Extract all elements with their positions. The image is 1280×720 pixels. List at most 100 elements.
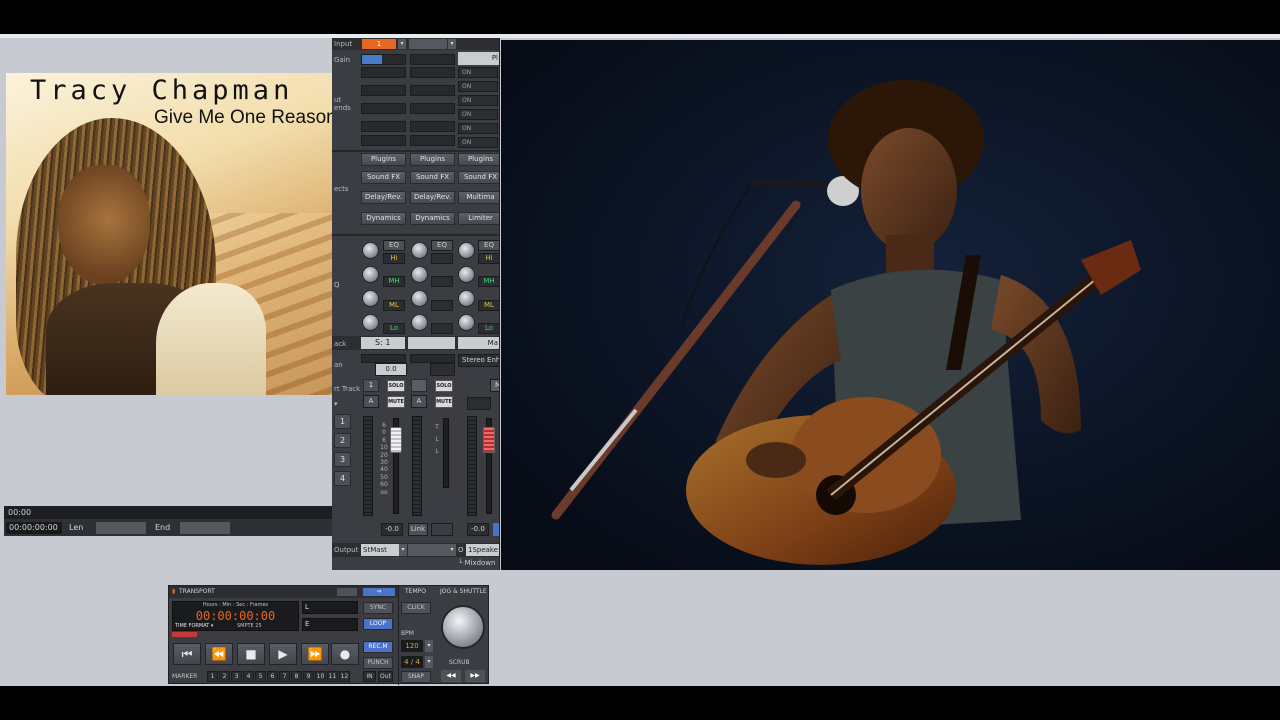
sync-button[interactable]: SYNC — [363, 602, 393, 614]
snap-button[interactable]: SNAP — [401, 671, 431, 683]
automation-a-2[interactable]: A — [411, 395, 427, 408]
eq-knob[interactable] — [411, 266, 428, 283]
on-toggle[interactable]: ON — [458, 81, 498, 92]
insert-slot[interactable] — [361, 135, 406, 146]
channel-number-1[interactable]: 1 — [363, 379, 379, 392]
eq-knob[interactable] — [458, 266, 475, 283]
marker-12[interactable]: 12 — [339, 671, 350, 682]
master-fader-handle[interactable] — [483, 427, 495, 453]
soundfx-button-1[interactable]: Sound FX — [361, 171, 406, 184]
solo-button-2[interactable]: SOLO — [435, 380, 453, 392]
link-button[interactable]: Link — [408, 523, 428, 536]
on-toggle[interactable]: ON — [458, 137, 498, 148]
position-field[interactable]: 00:00:00:00 — [6, 522, 62, 534]
soundfx-button-2[interactable]: Sound FX — [410, 171, 455, 184]
gain-slider-2[interactable] — [410, 54, 455, 65]
rewind-start-button[interactable]: ⏮ — [173, 643, 201, 665]
jog-prev-button[interactable]: ◀◀ — [441, 670, 461, 682]
master-m-button[interactable]: M — [490, 379, 499, 392]
bpm-dropdown-icon[interactable]: ▾ — [425, 640, 433, 652]
marker-8[interactable]: 8 — [291, 671, 302, 682]
output-dropdown-icon[interactable]: ▾ — [399, 544, 407, 556]
plugins-button-1[interactable]: Plugins — [361, 153, 406, 166]
mute-button-1[interactable]: MUTE — [387, 396, 405, 408]
limiter-button[interactable]: Limiter — [458, 212, 499, 225]
marker-3[interactable]: 3 — [231, 671, 242, 682]
end-field[interactable] — [180, 522, 230, 534]
on-toggle[interactable]: ON — [458, 95, 498, 106]
automation-a-1[interactable]: A — [363, 395, 379, 408]
len-field[interactable] — [96, 522, 146, 534]
jog-next-button[interactable]: ▶▶ — [465, 670, 485, 682]
marker-11[interactable]: 11 — [327, 671, 338, 682]
transport-arrow-button[interactable]: ⇒ — [363, 588, 395, 596]
insert-slot[interactable] — [361, 67, 406, 78]
channel-select-3[interactable]: 3 — [334, 452, 351, 467]
rewind-button[interactable]: ⏪ — [205, 643, 233, 665]
transport-min-button[interactable] — [337, 588, 357, 596]
input-dropdown-icon[interactable]: ▾ — [398, 39, 406, 49]
on-toggle[interactable]: ON — [458, 67, 498, 78]
eq-button-3[interactable]: EQ — [478, 240, 499, 251]
channel-select-1[interactable]: 1 — [334, 414, 351, 429]
marker-6[interactable]: 6 — [267, 671, 278, 682]
volume-value-master[interactable]: -0.0 — [467, 523, 489, 536]
out-marker[interactable]: Out — [378, 671, 393, 682]
output-select-2[interactable] — [408, 544, 448, 556]
mute-button-2[interactable]: MUTE — [435, 396, 453, 408]
marker-7[interactable]: 7 — [279, 671, 290, 682]
insert-slot[interactable] — [410, 67, 455, 78]
signature-field[interactable]: 4 / 4 — [401, 656, 423, 668]
channel-select-4[interactable]: 4 — [334, 471, 351, 486]
eq-knob[interactable] — [458, 290, 475, 307]
signature-dropdown-icon[interactable]: ▾ — [425, 656, 433, 668]
eq-knob[interactable] — [362, 242, 379, 259]
insert-slot[interactable] — [361, 85, 406, 96]
fast-forward-button[interactable]: ⏩ — [301, 643, 329, 665]
marker-4[interactable]: 4 — [243, 671, 254, 682]
insert-slot[interactable] — [410, 121, 455, 132]
channel-select-2[interactable]: 2 — [334, 433, 351, 448]
pan-value-2[interactable] — [430, 363, 455, 376]
multimax-button[interactable]: Multima — [458, 191, 499, 204]
eq-button-1[interactable]: EQ — [383, 240, 405, 251]
dynamics-button-1[interactable]: Dynamics — [361, 212, 406, 225]
pan-value[interactable]: 0.0 — [375, 363, 407, 376]
speaker-select[interactable]: 1Speake — [466, 544, 499, 556]
punch-button[interactable]: PUNCH — [363, 657, 393, 669]
in-marker[interactable]: IN — [363, 671, 376, 682]
click-button[interactable]: CLICK — [401, 602, 431, 614]
volume-value-1[interactable]: -0.0 — [381, 523, 403, 536]
insert-slot[interactable] — [361, 121, 406, 132]
rec-mode-button[interactable]: REC.M — [363, 641, 393, 653]
eq-knob[interactable] — [362, 290, 379, 307]
loop-button[interactable]: LOOP — [363, 618, 393, 630]
eq-knob[interactable] — [458, 314, 475, 331]
marker-10[interactable]: 10 — [315, 671, 326, 682]
send-select[interactable]: S: 1 — [361, 337, 405, 349]
delay-button-1[interactable]: Delay/Rev. — [361, 191, 406, 204]
marker-1[interactable]: 1 — [207, 671, 218, 682]
insert-slot[interactable] — [361, 103, 406, 114]
eq-button-2[interactable]: EQ — [431, 240, 453, 251]
play-button[interactable]: ▶ — [269, 643, 297, 665]
insert-slot[interactable] — [410, 103, 455, 114]
on-toggle[interactable]: ON — [458, 109, 498, 120]
eq-knob[interactable] — [411, 314, 428, 331]
pan-slider-2[interactable] — [410, 354, 455, 363]
soundfx-button-3[interactable]: Sound FX — [458, 171, 499, 184]
send-select-2[interactable] — [408, 337, 455, 349]
time-format-label[interactable]: TIME FORMAT ▾ — [175, 623, 213, 629]
locator-l[interactable]: L — [302, 601, 358, 614]
eq-knob[interactable] — [362, 314, 379, 331]
delay-button-2[interactable]: Delay/Rev. — [410, 191, 455, 204]
bpm-field[interactable]: 120 — [401, 640, 423, 652]
input-select[interactable]: 1 — [362, 39, 396, 49]
pan-slider-1[interactable] — [361, 354, 406, 363]
plugins-button-3[interactable]: Plugins — [458, 153, 499, 166]
on-toggle[interactable]: ON — [458, 123, 498, 134]
input-dropdown-icon-2[interactable]: ▾ — [448, 39, 456, 49]
output-select[interactable]: StMast — [361, 544, 399, 556]
eq-knob[interactable] — [458, 242, 475, 259]
solo-button-1[interactable]: SOLO — [387, 380, 405, 392]
